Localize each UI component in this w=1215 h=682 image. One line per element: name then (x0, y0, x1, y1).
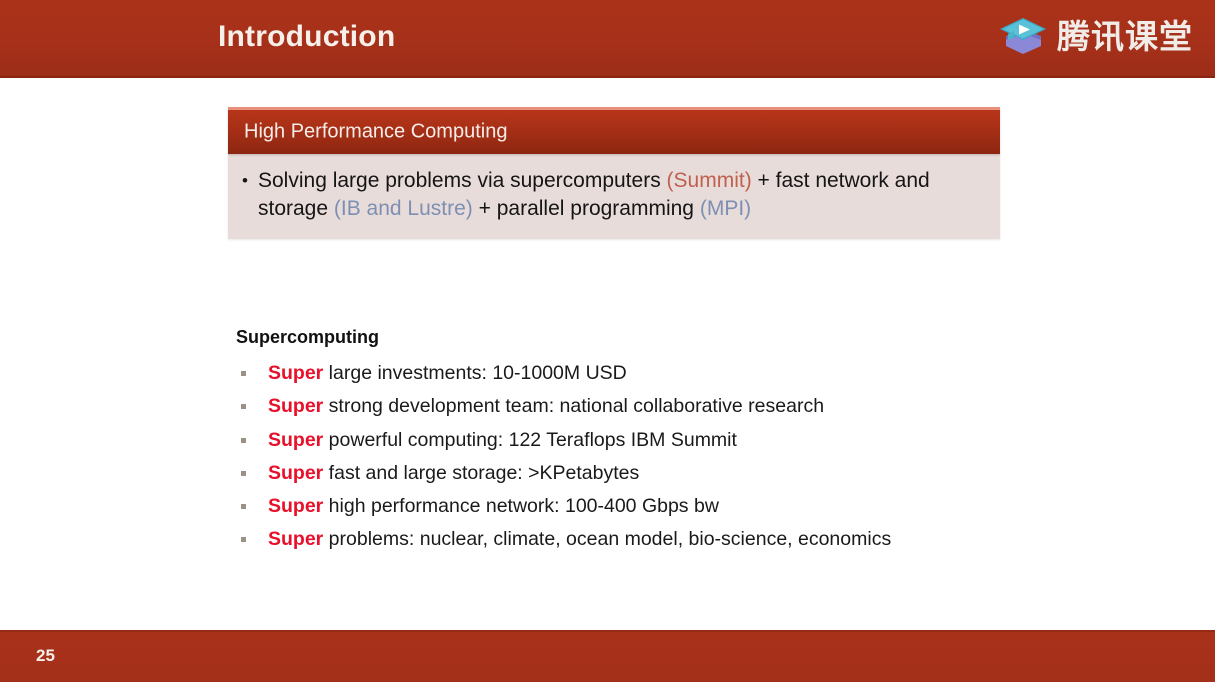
callout-seg-summit: (Summit) (666, 169, 752, 192)
list-item-label: large investments: 10-1000M USD (323, 362, 627, 384)
page-title: Introduction (218, 20, 396, 53)
list-item-label: high performance network: 100-400 Gbps b… (323, 495, 719, 518)
callout-seg-4: + parallel programming (472, 197, 700, 220)
list-item-label: problems: nuclear, climate, ocean model,… (323, 528, 892, 551)
square-bullet-icon (241, 437, 246, 443)
list-item-strong: Super (268, 428, 324, 451)
square-bullet-icon (241, 371, 246, 376)
hpc-callout-box: High Performance Computing Solving large… (228, 107, 1000, 239)
list-item-strong: Super (268, 528, 324, 551)
page-number: 25 (36, 646, 55, 665)
list-item: Super high performance network: 100-400 … (236, 490, 996, 523)
supercomputing-section: Supercomputing Super large investments: … (236, 325, 996, 557)
hpc-callout-body: Solving large problems via supercomputer… (228, 154, 1000, 239)
square-bullet-icon (241, 404, 246, 410)
supercomputing-list: Super large investments: 10-1000M USD Su… (236, 357, 996, 557)
list-item-label: fast and large storage: >KPetabytes (323, 461, 640, 484)
list-item: Super problems: nuclear, climate, ocean … (236, 523, 996, 556)
callout-seg-ib-lustre: (IB and Lustre) (333, 197, 473, 220)
list-item: Super fast and large storage: >KPetabyte… (236, 457, 996, 490)
list-item-label: strong development team: national collab… (323, 395, 825, 418)
brand-logo: 腾讯课堂 (996, 8, 1193, 66)
callout-seg-mpi: (MPI) (699, 197, 752, 220)
square-bullet-icon (241, 470, 246, 476)
brand-logo-text: 腾讯课堂 (1057, 17, 1193, 56)
list-item: Super large investments: 10-1000M USD (236, 357, 996, 390)
square-bullet-icon (241, 504, 246, 510)
list-item-strong: Super (268, 495, 324, 518)
list-item: Super strong development team: national … (236, 390, 996, 423)
supercomputing-heading: Supercomputing (236, 327, 379, 347)
slide-footer-bar: 25 (0, 630, 1215, 682)
callout-seg-0: Solving large problems via supercomputer… (258, 169, 667, 192)
list-item-strong: Super (268, 461, 324, 484)
hpc-callout-heading-text: High Performance Computing (244, 120, 508, 143)
square-bullet-icon (241, 537, 246, 543)
slide-header-bar: Introduction 腾讯课堂 (0, 0, 1215, 78)
list-item-strong: Super (268, 362, 324, 384)
graduation-cap-play-icon (996, 12, 1050, 62)
slide-content-area: High Performance Computing Solving large… (0, 78, 1215, 630)
hpc-callout-bullet: Solving large problems via supercomputer… (242, 167, 982, 223)
list-item-label: powerful computing: 122 Teraflops IBM Su… (323, 428, 737, 451)
list-item: Super powerful computing: 122 Teraflops … (236, 424, 996, 457)
list-item-strong: Super (268, 395, 324, 418)
hpc-callout-header: High Performance Computing (228, 107, 1000, 154)
